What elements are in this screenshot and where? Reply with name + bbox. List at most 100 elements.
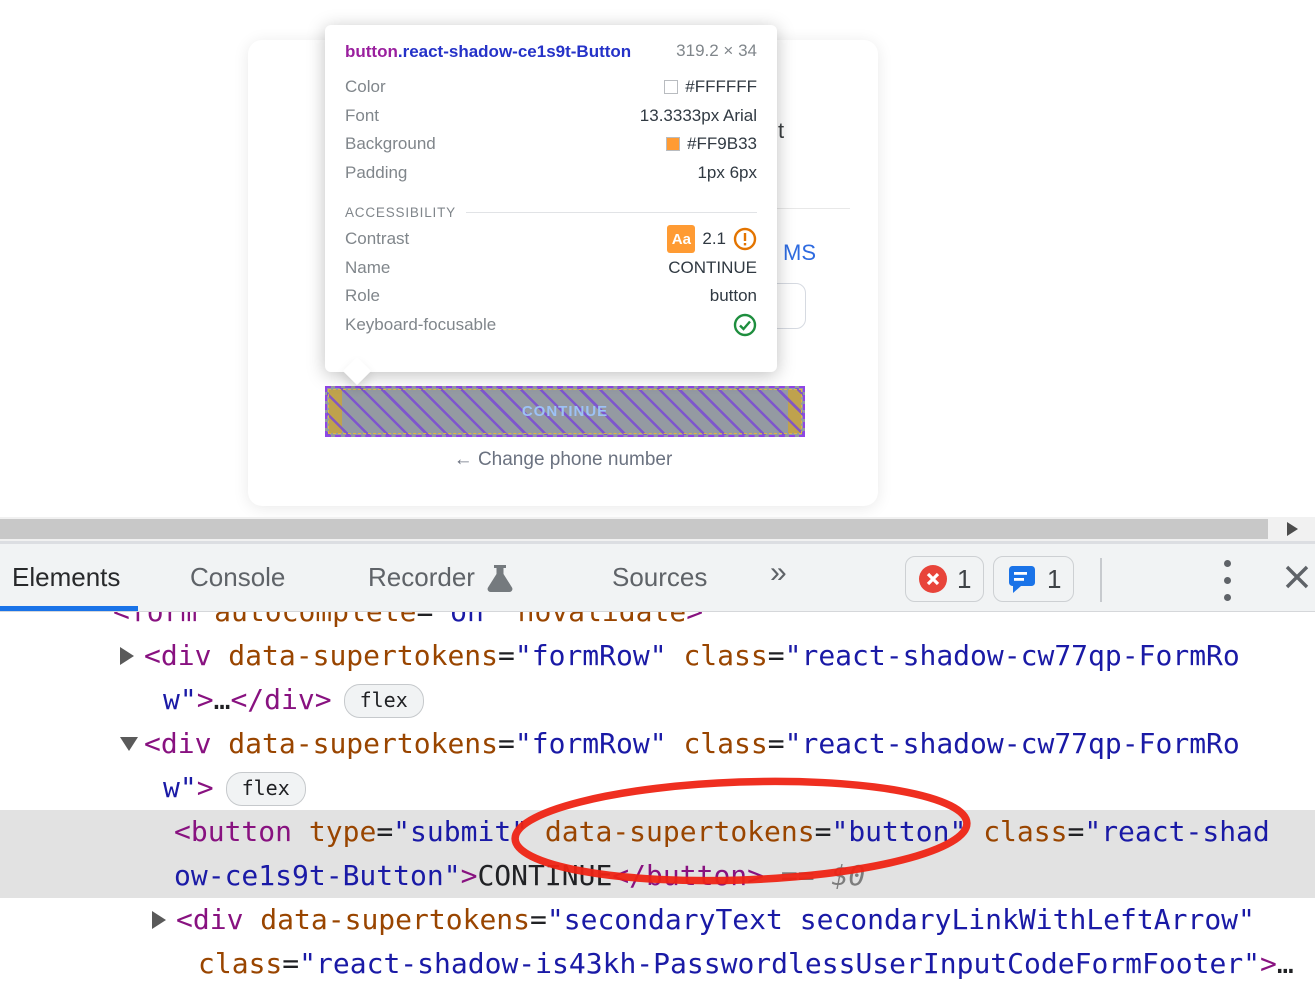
scrollbar-right-button[interactable]: [1269, 517, 1315, 541]
code-token: >: [315, 683, 332, 716]
code-token: >: [197, 771, 214, 804]
code-token: <: [144, 639, 161, 672]
triangle: [120, 737, 138, 751]
code-token: >: [686, 612, 703, 628]
change-phone-number-link[interactable]: ← Change phone number: [248, 449, 878, 471]
tab-sources[interactable]: Sources: [612, 544, 707, 611]
code-token: data-supertokens: [545, 815, 815, 848]
code-token: CONTINUE: [477, 859, 612, 892]
code-token: =: [815, 815, 832, 848]
dom-node-selected[interactable]: <button type="submit" data-supertokens="…: [0, 810, 1315, 854]
contrast-label: Contrast: [345, 229, 409, 249]
code-token: "react-shadow-is43kh-PasswordlessUserInp…: [299, 947, 1260, 980]
tab-elements[interactable]: Elements: [12, 544, 120, 611]
kebab-menu-icon[interactable]: [1222, 560, 1232, 611]
code-token: >: [747, 859, 764, 892]
code-token: [528, 815, 545, 848]
triangle: [152, 911, 166, 929]
elements-panel: <form autocomplete="on" novalidate><div …: [0, 612, 1315, 985]
dom-node[interactable]: <form autocomplete="on" novalidate>: [0, 612, 1315, 634]
code-token: [197, 612, 214, 628]
dom-node[interactable]: w">…</div>flex: [0, 678, 1315, 722]
dom-tree: <form autocomplete="on" novalidate><div …: [0, 612, 1315, 985]
dom-node[interactable]: <div data-supertokens="secondaryText sec…: [0, 898, 1315, 942]
code-token: =: [498, 727, 515, 760]
code-token: div: [161, 727, 212, 760]
tab-label: Recorder: [368, 562, 475, 593]
collapse-arrow-icon[interactable]: [120, 722, 144, 766]
issues-badge[interactable]: 1: [993, 556, 1074, 602]
dom-node[interactable]: w"> flex: [0, 766, 1315, 810]
horizontal-scrollbar[interactable]: [0, 517, 1315, 541]
row-label: Color: [345, 77, 386, 97]
dom-node[interactable]: <div data-supertokens="formRow" class="r…: [0, 722, 1315, 766]
code-token: button: [191, 815, 292, 848]
expand-arrow-icon[interactable]: [120, 634, 144, 678]
row-value: #FFFFFF: [664, 77, 757, 97]
code-token: button: [646, 859, 747, 892]
flex-layout-badge[interactable]: flex: [226, 772, 306, 806]
tooltip-row-color: Color #FFFFFF: [345, 73, 757, 102]
continue-button-inspect-highlight[interactable]: CONTINUE: [325, 386, 805, 437]
dom-node[interactable]: <div data-supertokens="formRow" class="r…: [0, 634, 1315, 678]
tab-console[interactable]: Console: [190, 544, 285, 611]
role-row: Role button: [345, 282, 757, 311]
tooltip-row-background: Background#FF9B33: [345, 130, 757, 159]
issues-count: 1: [1047, 564, 1061, 595]
code-token: "react-shadow-cw77qp-FormRo: [785, 727, 1240, 760]
obscured-text-fragment: t: [778, 118, 784, 144]
triangle: [120, 647, 134, 665]
code-token: [211, 639, 228, 672]
code-token: =: [1067, 815, 1084, 848]
code-token: w": [163, 771, 197, 804]
tooltip-class-name: .react-shadow-ce1s9t-Button: [398, 42, 631, 61]
console-errors-badge[interactable]: 1: [905, 556, 984, 602]
color-swatch: [664, 80, 678, 94]
name-label: Name: [345, 258, 390, 278]
code-token: </: [612, 859, 646, 892]
more-tabs-chevron[interactable]: »: [770, 556, 787, 590]
code-token: "formRow": [515, 639, 667, 672]
dom-node[interactable]: class="react-shadow-is43kh-PasswordlessU…: [0, 942, 1315, 985]
resend-sms-link-fragment[interactable]: MS: [783, 240, 816, 266]
dom-node-selected[interactable]: ow-ce1s9t-Button">CONTINUE</button> == $…: [0, 854, 1315, 898]
row-label: Background: [345, 134, 436, 154]
flex-layout-badge[interactable]: flex: [344, 684, 424, 718]
code-token: =: [498, 639, 515, 672]
code-token: …: [214, 683, 231, 716]
code-token: data-supertokens: [228, 639, 498, 672]
close-devtools-icon[interactable]: [1280, 560, 1314, 594]
active-tab-underline: [0, 606, 138, 611]
accessibility-divider: [466, 212, 757, 213]
code-token: [211, 727, 228, 760]
code-token: >: [1260, 947, 1277, 980]
row-label: Padding: [345, 163, 407, 183]
code-token: "button": [831, 815, 966, 848]
row-value: 13.3333px Arial: [640, 106, 757, 126]
inspect-tooltip: button.react-shadow-ce1s9t-Button 319.2 …: [325, 25, 777, 372]
code-token: class: [683, 727, 767, 760]
role-value: button: [710, 286, 757, 306]
color-swatch: [666, 137, 680, 151]
code-token: <: [144, 727, 161, 760]
contrast-value: 2.1: [702, 229, 726, 249]
keyboard-focusable-check-icon: [733, 313, 757, 337]
code-token: div: [161, 639, 212, 672]
tooltip-style-rows: Color#FFFFFFFont13.3333px ArialBackgroun…: [345, 73, 757, 187]
name-row: Name CONTINUE: [345, 254, 757, 283]
keyboard-focusable-row: Keyboard-focusable: [345, 311, 757, 340]
scrollbar-thumb[interactable]: [0, 519, 1268, 539]
name-value: CONTINUE: [668, 258, 757, 278]
browser-page-area: t MS CONTINUE ← Change phone number butt…: [0, 0, 1315, 517]
code-token: ow-ce1s9t-Button": [174, 859, 461, 892]
contrast-warning-icon: [733, 227, 757, 251]
contrast-row: Contrast Aa 2.1: [345, 225, 757, 254]
error-icon: [918, 564, 948, 594]
row-value: 1px 6px: [697, 163, 757, 183]
flask-icon: [485, 563, 515, 593]
code-token: [292, 815, 309, 848]
code-token: "secondaryText secondaryLinkWithLeftArro…: [547, 903, 1255, 936]
code-token: =: [768, 727, 785, 760]
tab-recorder[interactable]: Recorder: [368, 544, 515, 611]
expand-arrow-icon[interactable]: [152, 898, 176, 942]
